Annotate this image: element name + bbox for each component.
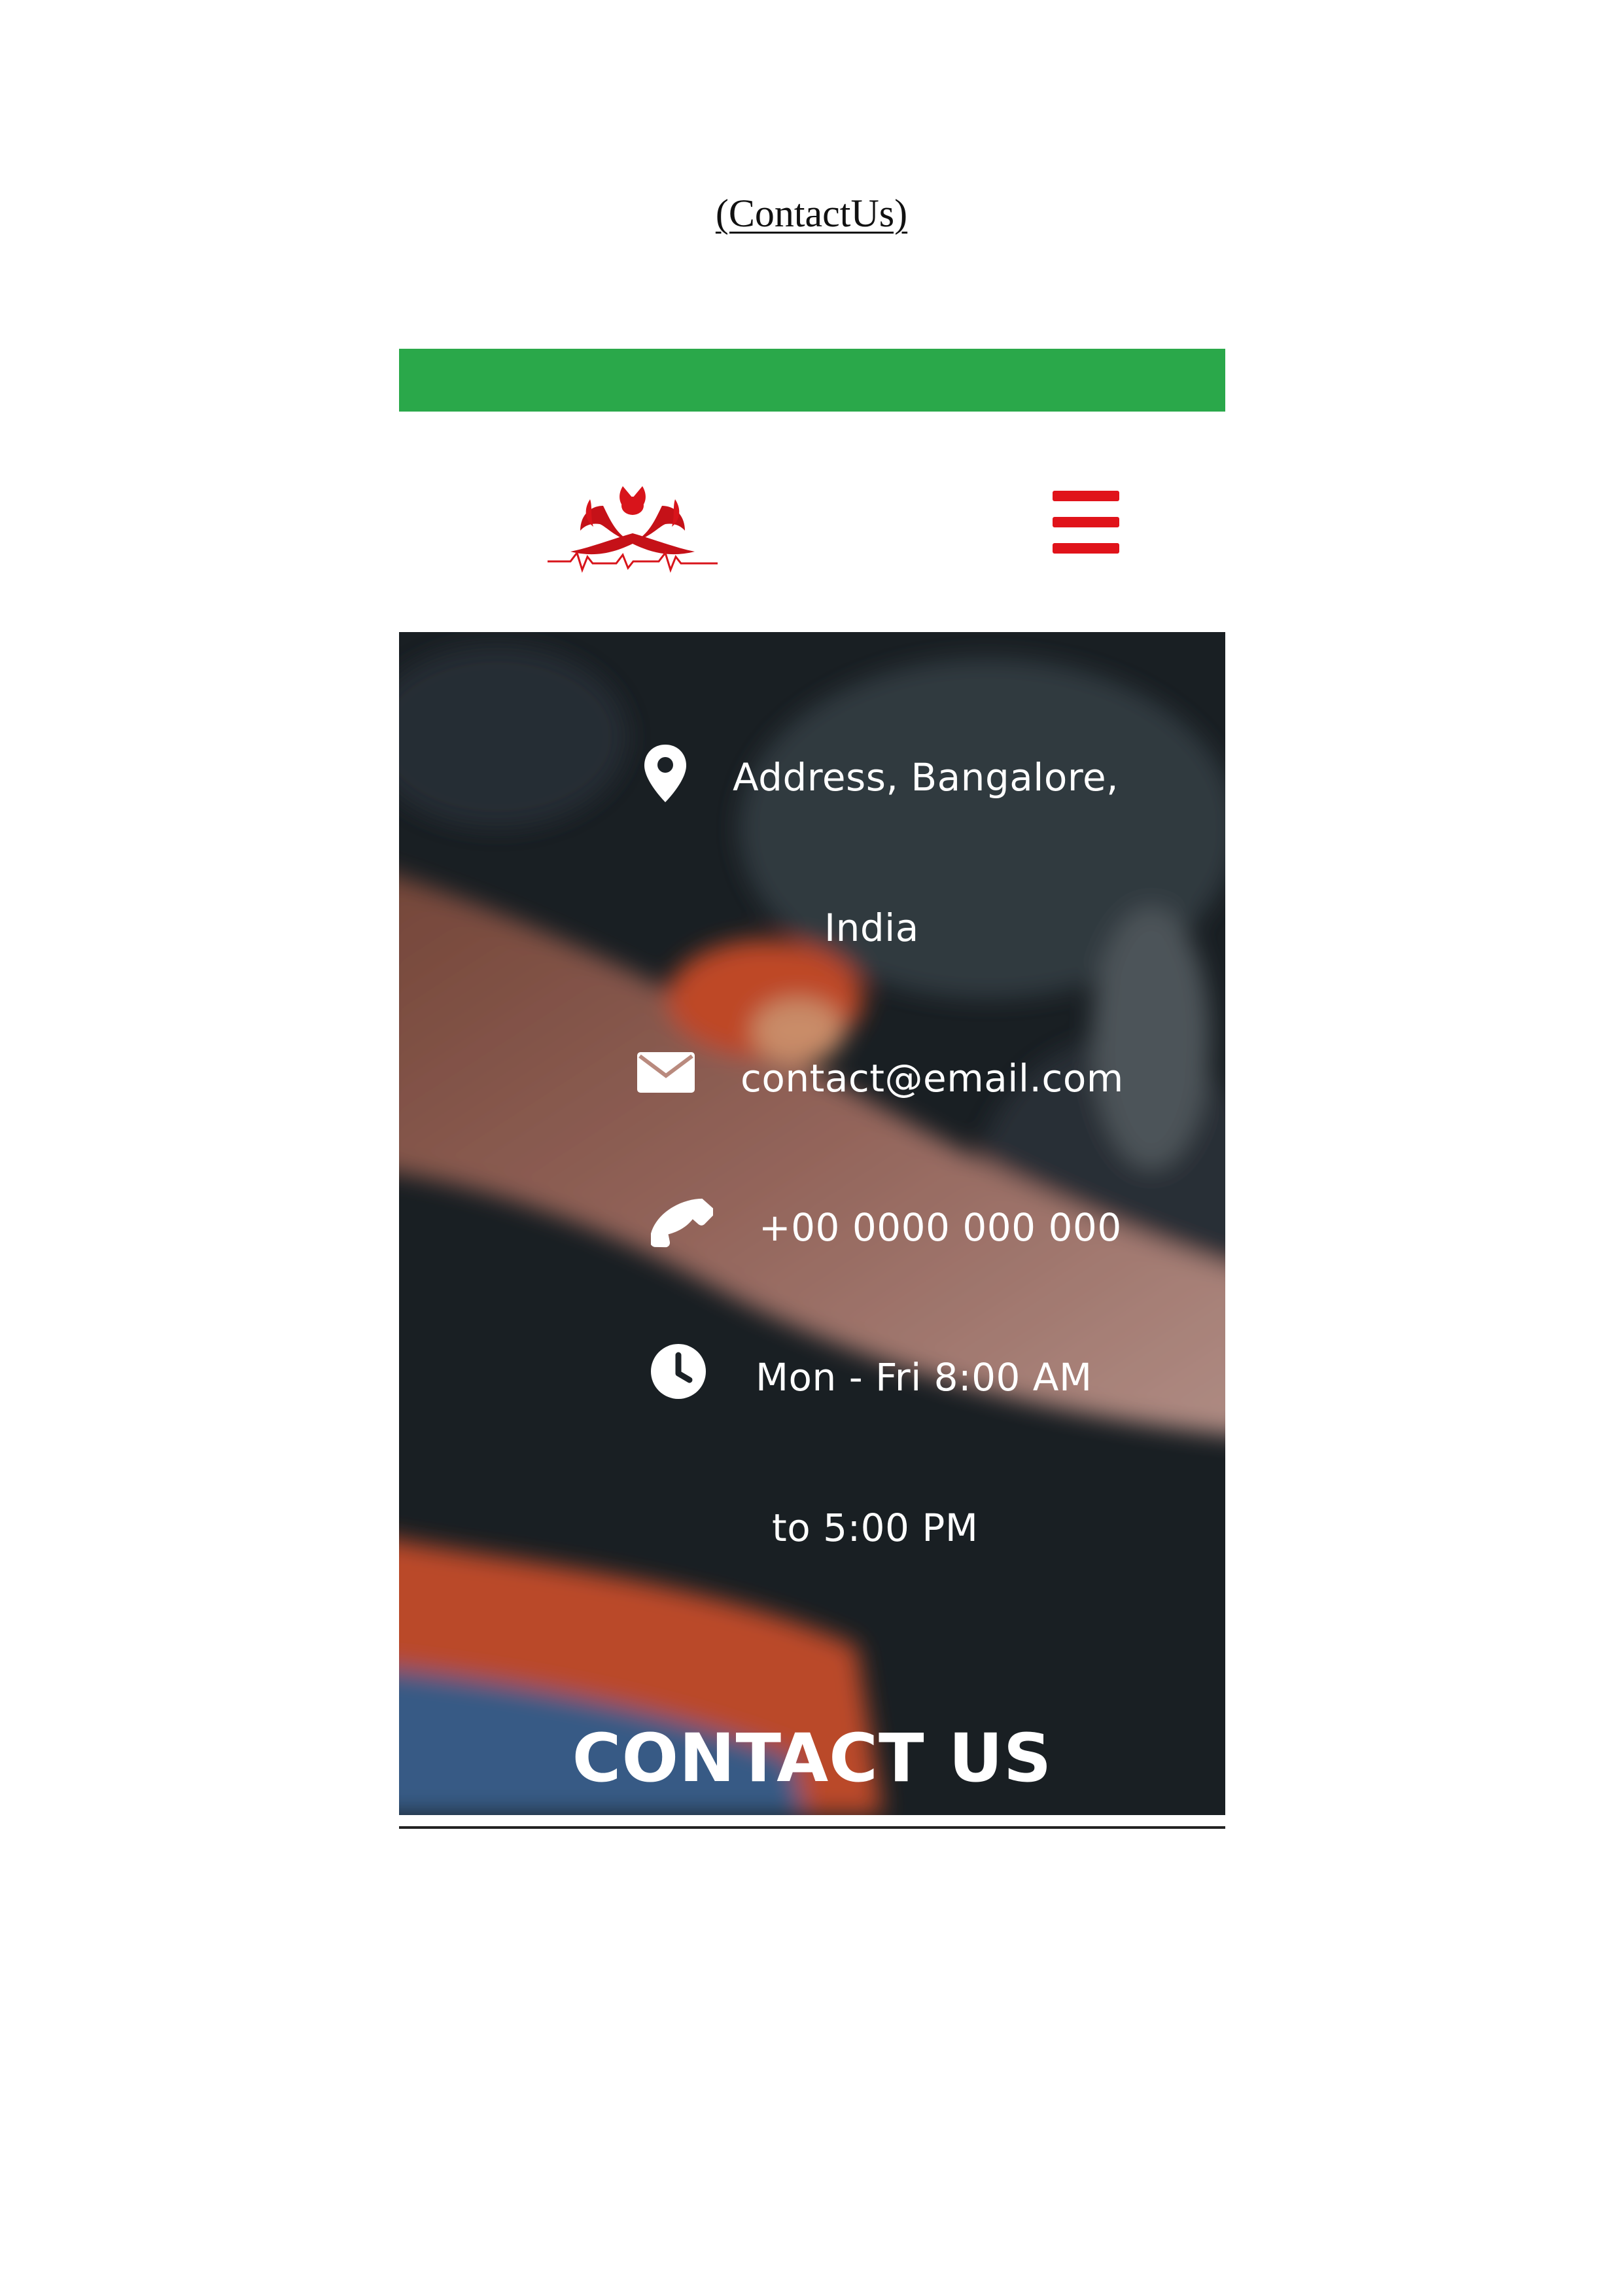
address-line-1: Address, Bangalore, [733, 755, 1119, 800]
hero-section: Address, Bangalore, India contact@email.… [399, 632, 1225, 1815]
hours-line-1: Mon - Fri 8:00 AM [756, 1355, 1092, 1400]
email-link[interactable]: contact@email.com [741, 1056, 1124, 1101]
hours-line-2: to 5:00 PM [772, 1506, 979, 1550]
hamburger-menu-icon[interactable] [1050, 491, 1122, 554]
phone-icon [651, 1198, 713, 1248]
envelope-icon [637, 1052, 695, 1093]
page-caption: (ContactUs) [715, 192, 908, 235]
map-pin-icon [644, 745, 686, 802]
top-bar [399, 349, 1225, 412]
divider [399, 1826, 1225, 1829]
clock-icon [651, 1344, 706, 1399]
blood-drop-hands-logo[interactable] [544, 480, 721, 584]
phone-link[interactable]: +00 0000 000 000 [759, 1205, 1122, 1250]
address-line-2: India [824, 906, 919, 950]
mobile-screen: Address, Bangalore, India contact@email.… [399, 349, 1225, 1830]
hero-title: CONTACT US [572, 1720, 1053, 1797]
